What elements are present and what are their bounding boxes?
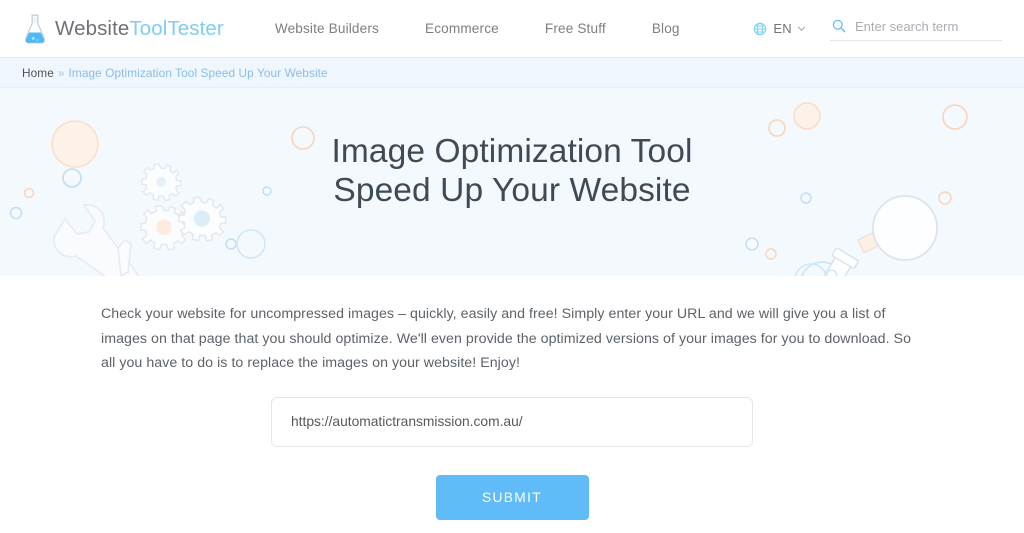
site-header: WebsiteToolTester Website Builders Ecomm…: [0, 0, 1024, 58]
main-nav: Website Builders Ecommerce Free Stuff Bl…: [252, 21, 703, 36]
deco-circle: [236, 229, 266, 259]
intro-paragraph: Check your website for uncompressed imag…: [101, 306, 912, 372]
screwdriver-icon: [117, 238, 132, 276]
nav-item-free-stuff[interactable]: Free Stuff: [522, 21, 629, 36]
search-box[interactable]: [830, 17, 1002, 41]
page-title-line2: Speed Up Your Website: [333, 172, 691, 210]
page-title-line1: Image Optimization Tool: [331, 133, 693, 170]
deco-circle: [765, 248, 777, 260]
gear-icon: [140, 205, 189, 251]
logo-text-primary: Website: [55, 16, 130, 40]
hero-banner: Image Optimization Tool Speed Up Your We…: [0, 88, 1024, 276]
header-right: EN: [753, 17, 1002, 41]
url-form: SUBMIT: [0, 396, 1024, 520]
page-title: Image Optimization Tool Speed Up Your We…: [0, 88, 1024, 210]
deco-circle: [794, 263, 828, 276]
deco-circle: [801, 261, 843, 276]
url-input[interactable]: [271, 396, 753, 447]
flask-icon: [25, 14, 45, 43]
submit-button[interactable]: SUBMIT: [435, 474, 589, 520]
deco-circle: [917, 219, 933, 235]
language-selector[interactable]: EN: [753, 21, 806, 36]
search-input[interactable]: [855, 18, 1000, 34]
logo-text: WebsiteToolTester: [55, 17, 224, 41]
chevron-down-icon: [797, 26, 806, 32]
search-icon: [832, 19, 846, 33]
nav-item-ecommerce[interactable]: Ecommerce: [402, 21, 522, 36]
main-content: Check your website for uncompressed imag…: [0, 276, 1024, 520]
breadcrumb-home[interactable]: Home: [22, 66, 54, 80]
breadcrumb-separator: »: [57, 65, 65, 80]
breadcrumb: Home » Image Optimization Tool Speed Up …: [0, 58, 1024, 88]
flask-deco-icon: [769, 247, 859, 276]
logo[interactable]: WebsiteToolTester: [22, 13, 224, 45]
deco-circle: [225, 238, 237, 250]
logo-text-accent: ToolTester: [129, 16, 224, 40]
globe-icon: [754, 22, 767, 35]
nav-item-website-builders[interactable]: Website Builders: [252, 21, 402, 36]
deco-circle: [745, 237, 759, 251]
breadcrumb-current: Image Optimization Tool Speed Up Your We…: [68, 65, 328, 80]
nav-item-blog[interactable]: Blog: [629, 21, 703, 36]
language-label: EN: [773, 21, 792, 36]
wrench-icon: [52, 203, 140, 276]
